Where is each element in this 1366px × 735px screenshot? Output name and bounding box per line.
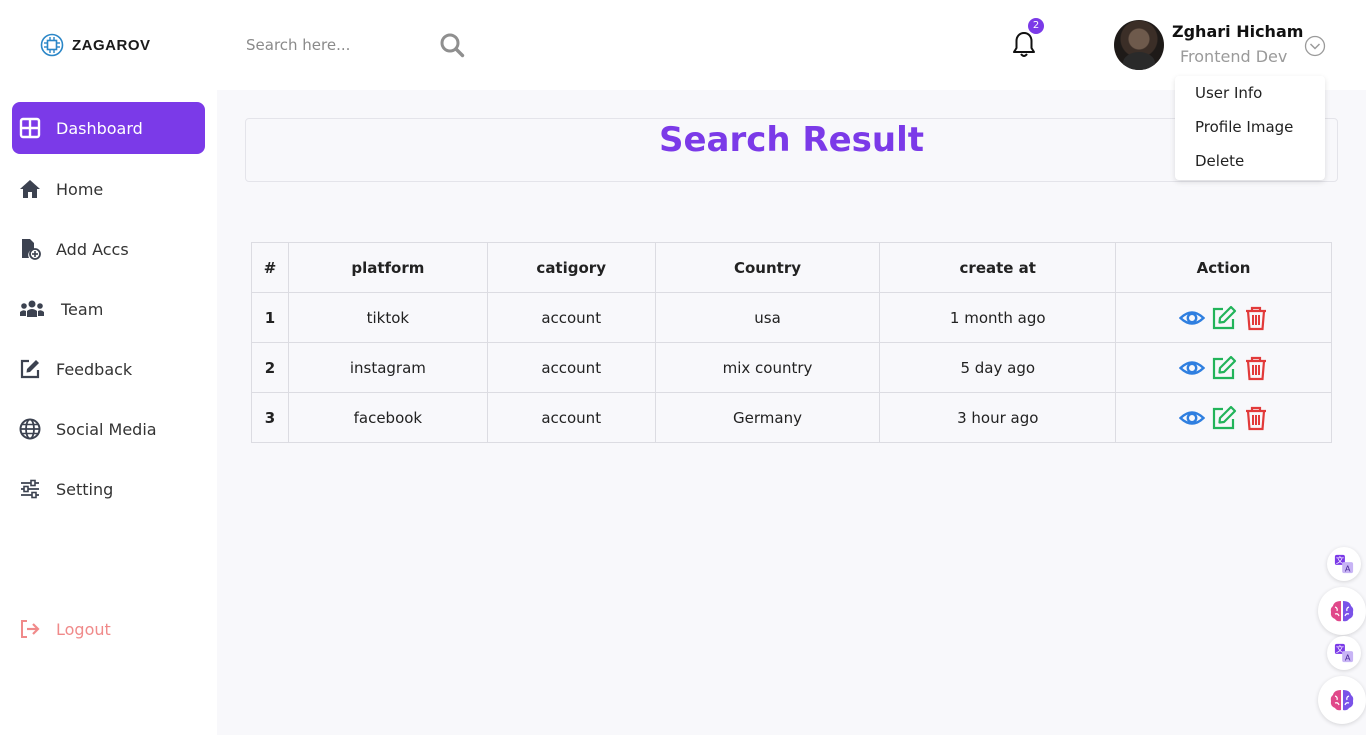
- page-title: Search Result: [658, 120, 925, 160]
- sidebar-item-team[interactable]: Team: [12, 283, 205, 335]
- team-icon: [20, 300, 44, 317]
- edit-icon[interactable]: [1211, 305, 1237, 331]
- search-icon[interactable]: [439, 32, 465, 58]
- sidebar-item-label: Social Media: [56, 419, 157, 439]
- globe-icon: [19, 418, 41, 440]
- eye-icon[interactable]: [1178, 405, 1205, 431]
- sidebar-item-label: Team: [61, 299, 104, 319]
- action-cell: [1115, 292, 1332, 343]
- translate-icon: 文 A: [1334, 554, 1354, 573]
- action-cell: [1115, 392, 1332, 443]
- sidebar-item-label: Setting: [56, 479, 114, 499]
- edit-icon[interactable]: [1211, 355, 1237, 381]
- platform-cell: tiktok: [287, 292, 488, 343]
- action-cell: [1115, 342, 1332, 393]
- table-row: 2 instagram account mix country 5 day ag…: [251, 342, 1332, 393]
- eye-icon[interactable]: [1178, 355, 1205, 381]
- main-content: Search Result # platform catigory Countr…: [217, 90, 1366, 735]
- notification-badge: 2: [1028, 18, 1044, 34]
- column-header: platform: [287, 242, 488, 293]
- chevron-down-icon[interactable]: [1304, 35, 1326, 57]
- sidebar-item-label: Home: [56, 179, 104, 199]
- created-cell: 1 month ago: [879, 292, 1117, 343]
- menu-item-profile-image[interactable]: Profile Image: [1175, 110, 1325, 144]
- eye-icon[interactable]: [1178, 305, 1205, 331]
- results-table: # platform catigory Country create at Ac…: [251, 242, 1332, 443]
- translate-widget-button[interactable]: 文 A: [1327, 636, 1361, 670]
- search-bar: [246, 30, 468, 60]
- country-cell: Germany: [654, 392, 881, 443]
- logout-icon: [21, 620, 40, 638]
- brain-icon: [1330, 601, 1354, 622]
- sidebar-item-home[interactable]: Home: [12, 163, 205, 215]
- column-header: Action: [1115, 242, 1332, 293]
- created-cell: 3 hour ago: [879, 392, 1117, 443]
- category-cell: account: [486, 392, 656, 443]
- translate-icon: 文 A: [1334, 643, 1354, 662]
- profile-name: Zghari Hicham: [1172, 22, 1304, 41]
- trash-icon[interactable]: [1243, 305, 1269, 331]
- add-file-icon: [22, 239, 41, 260]
- logout-button[interactable]: Logout: [12, 603, 205, 655]
- menu-item-delete[interactable]: Delete: [1175, 144, 1325, 178]
- brain-icon: [1330, 690, 1354, 711]
- platform-cell: facebook: [287, 392, 488, 443]
- profile-dropdown: User Info Profile Image Delete: [1175, 76, 1325, 180]
- sidebar-item-dashboard[interactable]: Dashboard: [12, 102, 205, 154]
- created-cell: 5 day ago: [879, 342, 1117, 393]
- column-header: create at: [879, 242, 1117, 293]
- category-cell: account: [486, 342, 656, 393]
- trash-icon[interactable]: [1243, 355, 1269, 381]
- country-cell: mix country: [654, 342, 881, 393]
- sidebar-item-label: Dashboard: [56, 118, 143, 138]
- search-input[interactable]: [246, 36, 436, 54]
- profile-menu-toggle[interactable]: Zghari Hicham Frontend Dev: [1114, 20, 1334, 70]
- sidebar-item-add-accs[interactable]: Add Accs: [12, 223, 205, 275]
- edit-icon: [20, 359, 40, 379]
- row-number: 3: [251, 392, 289, 443]
- bell-icon[interactable]: [1011, 30, 1037, 60]
- menu-item-user-info[interactable]: User Info: [1175, 76, 1325, 110]
- sidebar-item-setting[interactable]: Setting: [12, 463, 205, 515]
- column-header: #: [251, 242, 289, 293]
- category-cell: account: [486, 292, 656, 343]
- dashboard-icon: [19, 117, 41, 139]
- sidebar-item-label: Feedback: [56, 359, 133, 379]
- sliders-icon: [21, 479, 39, 499]
- svg-text:A: A: [1345, 652, 1351, 662]
- logout-label: Logout: [56, 619, 111, 639]
- table-header-row: # platform catigory Country create at Ac…: [251, 242, 1332, 293]
- profile-role: Frontend Dev: [1180, 47, 1288, 66]
- brand-name: ZAGAROV: [72, 36, 151, 54]
- country-cell: usa: [654, 292, 881, 343]
- translate-widget-button[interactable]: 文 A: [1327, 547, 1361, 581]
- table-row: 3 facebook account Germany 3 hour ago: [251, 392, 1332, 443]
- row-number: 2: [251, 342, 289, 393]
- edit-icon[interactable]: [1211, 405, 1237, 431]
- home-icon: [20, 180, 40, 198]
- trash-icon[interactable]: [1243, 405, 1269, 431]
- svg-text:A: A: [1345, 563, 1351, 573]
- row-number: 1: [251, 292, 289, 343]
- brain-widget-button[interactable]: [1318, 587, 1366, 635]
- table-row: 1 tiktok account usa 1 month ago: [251, 292, 1332, 343]
- sidebar-item-feedback[interactable]: Feedback: [12, 343, 205, 395]
- sidebar-item-label: Add Accs: [56, 239, 129, 259]
- brain-widget-button[interactable]: [1318, 676, 1366, 724]
- column-header: Country: [654, 242, 881, 293]
- chip-icon: [40, 33, 64, 57]
- brand-logo[interactable]: ZAGAROV: [40, 33, 151, 57]
- sidebar: Dashboard Home Add Accs Team Feedback So…: [0, 90, 217, 735]
- platform-cell: instagram: [287, 342, 488, 393]
- sidebar-item-social-media[interactable]: Social Media: [12, 403, 205, 455]
- top-header: ZAGAROV 2 Zghari Hicham Frontend Dev: [0, 0, 1366, 90]
- column-header: catigory: [486, 242, 656, 293]
- avatar: [1114, 20, 1164, 70]
